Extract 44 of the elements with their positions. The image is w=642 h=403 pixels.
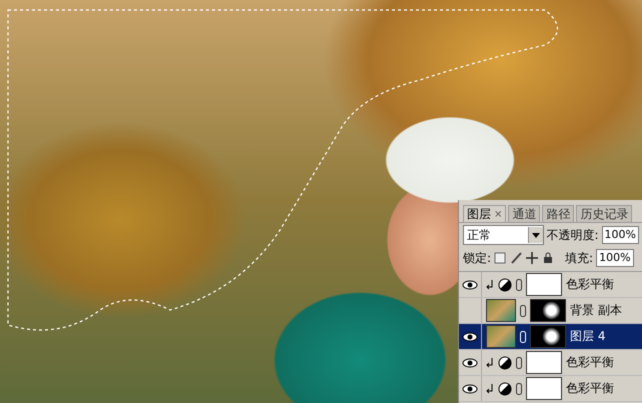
adjustment-icon (498, 278, 512, 292)
adjustment-icon (498, 382, 512, 396)
layer-row[interactable]: 色彩平衡 (459, 350, 642, 376)
lock-icons-drawing[interactable] (494, 252, 554, 264)
clip-arrow-icon (486, 280, 494, 290)
layer-row[interactable]: 色彩平衡 (459, 376, 642, 402)
link-icon (516, 278, 522, 290)
layer-name: 背景 副本 (570, 302, 622, 319)
layer-mask-thumbnail (526, 377, 562, 400)
adjustment-icon (498, 356, 512, 370)
layer-name: 色彩平衡 (566, 380, 614, 397)
panel-tab[interactable]: 图层 × (463, 205, 506, 222)
opacity-field[interactable]: 100% (602, 226, 639, 244)
fill-label: 填充: (565, 250, 594, 266)
layer-name: 图层 4 (570, 328, 606, 345)
link-icon (520, 304, 526, 316)
layer-thumbnail (486, 299, 516, 322)
panel-tab[interactable]: 路径 (542, 205, 574, 222)
eye-icon (462, 332, 478, 342)
layer-row[interactable]: 图层 4 (459, 324, 642, 350)
caret-icon (528, 227, 542, 243)
opacity-label: 不透明度: (546, 226, 599, 244)
eye-icon (462, 358, 478, 368)
layer-mask-thumbnail (526, 351, 562, 374)
panel-tab[interactable]: 历史记录 (576, 205, 632, 222)
link-icon (516, 356, 522, 368)
fill-field[interactable]: 100% (596, 249, 634, 267)
panel-tab[interactable]: 通道 (508, 205, 540, 222)
layer-mask-thumbnail (530, 325, 566, 348)
layer-mask-thumbnail (530, 299, 566, 322)
close-icon[interactable]: × (494, 208, 502, 220)
clip-arrow-icon (486, 358, 494, 368)
blend-mode-dropdown[interactable]: 正常 (463, 225, 544, 245)
layer-name: 色彩平衡 (566, 354, 614, 371)
clip-arrow-icon (486, 384, 494, 394)
eye-icon (462, 384, 478, 394)
lock-label: 锁定: (463, 250, 492, 266)
eye-icon (462, 280, 478, 290)
layer-row[interactable]: 色彩平衡 (459, 272, 642, 298)
layer-thumbnail (486, 325, 516, 348)
layer-name: 色彩平衡 (566, 276, 614, 293)
layer-row[interactable]: 背景 副本 (459, 298, 642, 324)
link-icon (520, 330, 526, 342)
link-icon (516, 382, 522, 394)
